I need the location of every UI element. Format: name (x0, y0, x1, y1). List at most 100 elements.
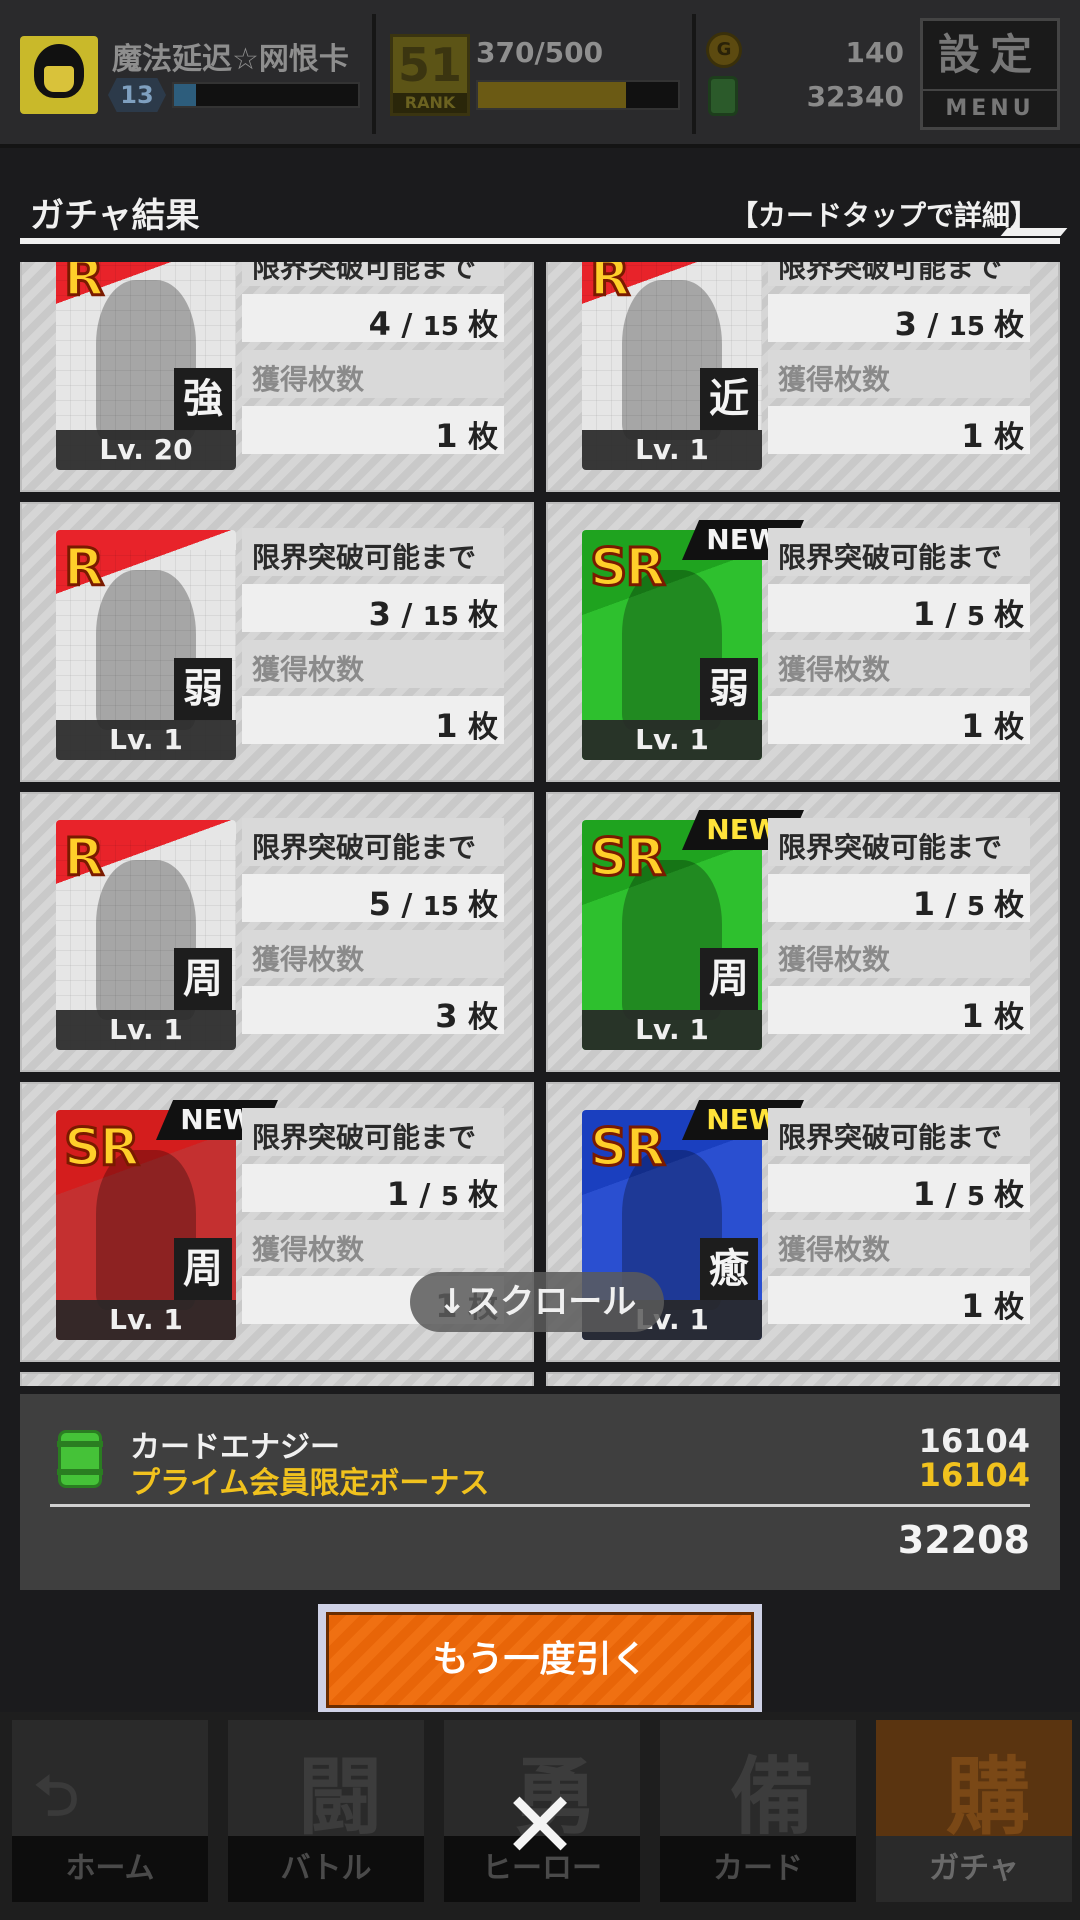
card-type: 周 (174, 1238, 232, 1300)
rarity-label: R (62, 537, 105, 600)
tap-hint: 【カードタップで詳細】 (729, 199, 1038, 232)
page-title: ガチャ結果 (30, 196, 200, 236)
gacha-card[interactable]: R 強 Lv. 20 限界突破可能まで 4 / 15 枚獲得枚数 1 枚 (20, 262, 534, 492)
limit-break-label-row: 限界突破可能まで (242, 1108, 504, 1156)
obtained-label: 獲得枚数 (778, 943, 891, 976)
gacha-card[interactable]: R 弱 Lv. 1 限界突破可能まで 3 / 15 枚獲得枚数 1 枚 (20, 502, 534, 782)
limit-break-value-row: 5 / 15 枚 (242, 874, 504, 923)
energy-amount: 16104 (918, 1422, 1030, 1460)
gacha-card[interactable]: R 近 Lv. 1 限界突破可能まで 3 / 15 枚獲得枚数 1 枚 (546, 262, 1060, 492)
nav-item[interactable]: 購ガチャ (864, 1712, 1080, 1920)
limit-break-label-row: 限界突破可能まで (768, 818, 1030, 866)
card-type: 癒 (700, 1238, 758, 1300)
card-level: Lv. 1 (56, 1010, 236, 1050)
card-info: 限界突破可能まで 3 / 15 枚獲得枚数 1 枚 (242, 528, 504, 752)
obtained-value-row: 1 枚 (768, 696, 1030, 745)
rarity-label: SR (589, 1117, 667, 1180)
card-art: SR 周 Lv. 1 (56, 1110, 236, 1340)
limit-break-value: 1 / 5 枚 (912, 885, 1024, 923)
obtained-value-row: 1 枚 (768, 1276, 1030, 1325)
nav-label: バトル (228, 1836, 424, 1902)
header-underline (20, 238, 1060, 244)
card-type: 弱 (700, 658, 758, 720)
menu-label: MENU (923, 89, 1057, 127)
obtained-value-row: 3 枚 (242, 986, 504, 1035)
nav-item[interactable]: ⮌ ホーム (0, 1712, 216, 1920)
card-energy-icon (57, 1430, 103, 1488)
obtained-label: 獲得枚数 (778, 363, 891, 396)
gacha-card[interactable]: SR 弱 Lv. 1 NEW 限界突破可能まで 1 / 5 枚獲得枚数 1 枚 (546, 502, 1060, 782)
limit-break-label-row: 限界突破可能まで (768, 262, 1030, 286)
home-icon: ⮌ (12, 1720, 208, 1840)
limit-break-label: 限界突破可能まで (778, 541, 1003, 574)
card-art: R 近 Lv. 1 (582, 262, 762, 470)
gacha-card[interactable]: SR周Lv. 1NEW限界突破可能まで1 / 5 枚獲得枚数1 枚 (546, 792, 1060, 1072)
coin-icon: G (706, 32, 742, 68)
rarity-label: R (62, 827, 105, 890)
nav-item[interactable]: 備カード (648, 1712, 864, 1920)
obtained-value: 1 枚 (435, 417, 498, 455)
limit-break-value-row: 3 / 15 枚 (768, 294, 1030, 343)
bonus-label: プライム会員限定ボーナス (130, 1466, 490, 1501)
card-level: Lv. 1 (582, 430, 762, 470)
rarity-label: R (588, 262, 631, 310)
gacha-result-header: ガチャ結果 【カードタップで詳細】 (20, 180, 1060, 250)
limit-break-label: 限界突破可能まで (252, 262, 477, 284)
bonus-amount: 16104 (918, 1456, 1030, 1494)
limit-break-label: 限界突破可能まで (252, 541, 477, 574)
card-type: 弱 (174, 658, 232, 720)
limit-break-label: 限界突破可能まで (252, 831, 477, 864)
obtained-value-row: 1 枚 (242, 406, 504, 455)
card-art: R 強 Lv. 20 (56, 262, 236, 470)
limit-break-label-row: 限界突破可能まで (768, 1108, 1030, 1156)
card-level: Lv. 1 (582, 720, 762, 760)
gacha-card[interactable]: R 周 Lv. 1 限界突破可能まで 5 / 15 枚獲得枚数 3 枚 (20, 792, 534, 1072)
card-info: 限界突破可能まで 3 / 15 枚獲得枚数 1 枚 (768, 262, 1030, 462)
nav-glyph: 備 (730, 1748, 815, 1846)
obtained-label: 獲得枚数 (252, 653, 365, 686)
obtained-value-row: 1 枚 (242, 696, 504, 745)
obtained-label-row: 獲得枚数 (242, 350, 504, 398)
card-level: Lv. 1 (56, 1300, 236, 1340)
close-icon[interactable]: ✕ (500, 1780, 580, 1872)
divider (692, 14, 696, 134)
obtained-label: 獲得枚数 (252, 363, 365, 396)
card-info: 限界突破可能まで 1 / 5 枚獲得枚数 1 枚 (768, 818, 1030, 1042)
obtained-value: 1 枚 (961, 707, 1024, 745)
player-level-badge: 13 (108, 78, 166, 112)
obtained-value: 1 枚 (435, 707, 498, 745)
obtained-value: 1 枚 (961, 997, 1024, 1035)
nav-glyph: 購 (946, 1748, 1031, 1846)
scroll-hint: ↓スクロール (410, 1272, 664, 1332)
rarity-label: SR (63, 1117, 141, 1180)
card-icon: 備 (660, 1720, 856, 1846)
obtained-label: 獲得枚数 (252, 1233, 365, 1266)
menu-kanji: 設定 (937, 30, 1042, 79)
limit-break-label: 限界突破可能まで (778, 262, 1003, 284)
card-info: 限界突破可能まで 5 / 15 枚獲得枚数 3 枚 (242, 818, 504, 1042)
player-avatar[interactable] (20, 36, 98, 114)
energy-can-icon (708, 76, 738, 116)
limit-break-label-row: 限界突破可能まで (768, 528, 1030, 576)
card-info: 限界突破可能まで 4 / 15 枚獲得枚数 1 枚 (242, 262, 504, 462)
card-art: SR 周 Lv. 1 (582, 820, 762, 1050)
rank-badge: 51 RANK (390, 34, 470, 116)
exp-bar-fill (174, 84, 197, 106)
gacha-card[interactable] (546, 1372, 1060, 1386)
draw-again-button[interactable]: もう一度引く (318, 1604, 762, 1716)
rank-label: RANK (393, 93, 467, 113)
exp-bar (172, 82, 360, 108)
menu-button[interactable]: 設定 MENU (920, 18, 1060, 130)
nav-item[interactable]: 闘バトル (216, 1712, 432, 1920)
card-info: 限界突破可能まで 1 / 5 枚獲得枚数 1 枚 (768, 528, 1030, 752)
obtained-value-row: 1 枚 (768, 406, 1030, 455)
energy-total: 32208 (897, 1518, 1030, 1562)
card-grid[interactable]: R 強 Lv. 20 限界突破可能まで 4 / 15 枚獲得枚数 1 枚 R 近 Lv. 1 限界… (20, 262, 1060, 1386)
card-level: Lv. 1 (582, 1010, 762, 1050)
obtained-label: 獲得枚数 (778, 653, 891, 686)
gacha-card[interactable] (20, 1372, 534, 1386)
rarity-label: SR (589, 537, 667, 600)
limit-break-label: 限界突破可能まで (252, 1121, 477, 1154)
limit-break-value: 5 / 15 枚 (368, 885, 498, 923)
card-art: R 弱 Lv. 1 (56, 530, 236, 760)
